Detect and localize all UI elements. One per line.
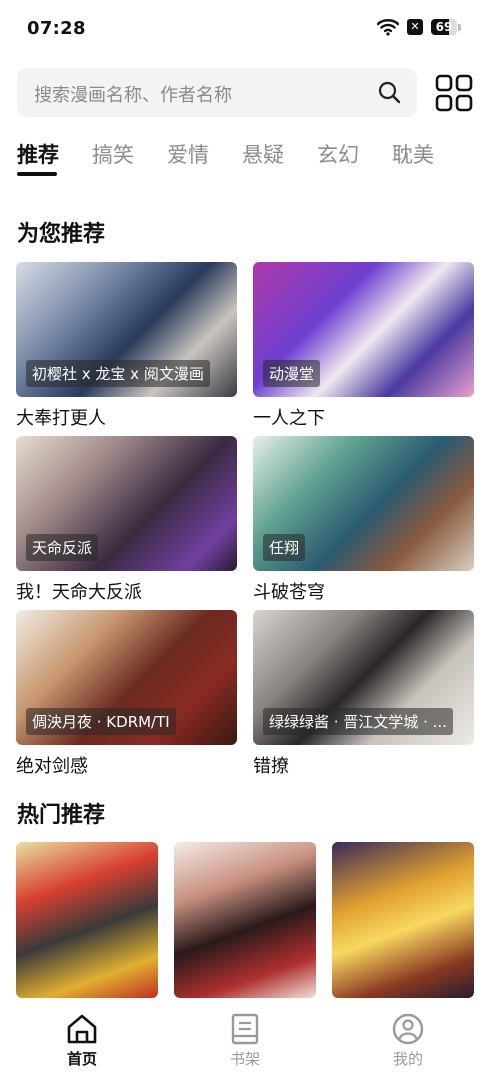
bottom-nav: 首页 书架 我的	[0, 998, 491, 1080]
tab-mystery[interactable]: 悬疑	[242, 139, 284, 171]
comic-cover: 绿绿绿酱 · 晋江文学城 · ...	[253, 610, 474, 745]
recommend-section-title: 为您推荐	[17, 222, 106, 247]
comic-card[interactable]: 绿绿绿酱 · 晋江文学城 · ... 错撩	[253, 610, 474, 778]
comic-author-tag: 动漫堂	[263, 360, 321, 387]
comic-card[interactable]: 倜泱月夜 · KDRM/TI 绝对剑感	[16, 610, 237, 778]
status-time: 07:28	[27, 18, 86, 39]
comic-cover: 任翔	[253, 436, 474, 571]
comic-author-tag: 天命反派	[26, 534, 99, 561]
nav-home[interactable]: 首页	[42, 1012, 122, 1069]
comic-card[interactable]: 天命反派 我！天命大反派	[16, 436, 237, 604]
tab-funny[interactable]: 搞笑	[92, 139, 134, 171]
comic-author-tag: 倜泱月夜 · KDRM/TI	[26, 708, 176, 735]
battery-level: 69	[435, 20, 453, 34]
tab-recommend[interactable]: 推荐	[17, 139, 59, 176]
comic-title: 斗破苍穹	[253, 582, 325, 603]
tab-fantasy[interactable]: 玄幻	[317, 139, 359, 171]
comic-author-tag: 初樱社 x 龙宝 x 阅文漫画	[26, 360, 210, 387]
category-grid-icon[interactable]	[435, 74, 473, 112]
wifi-icon	[377, 19, 399, 36]
tab-label: 搞笑	[92, 143, 134, 167]
comic-card[interactable]: 任翔 斗破苍穹	[253, 436, 474, 604]
nav-label: 书架	[229, 1050, 260, 1068]
comic-cover: 动漫堂	[253, 262, 474, 397]
comic-cover: 初樱社 x 龙宝 x 阅文漫画	[16, 262, 237, 397]
nav-profile[interactable]: 我的	[368, 1012, 448, 1069]
home-icon	[67, 1014, 97, 1044]
nav-label: 首页	[66, 1050, 97, 1068]
comic-title: 错撩	[253, 756, 289, 777]
tab-label: 悬疑	[242, 143, 284, 167]
comic-title: 一人之下	[253, 408, 325, 429]
nav-label: 我的	[392, 1050, 423, 1068]
nav-bookshelf[interactable]: 书架	[205, 1012, 285, 1069]
tab-label: 耽美	[392, 143, 434, 167]
comic-card[interactable]: 动漫堂 一人之下	[253, 262, 474, 430]
hot-comic-cover[interactable]	[332, 842, 474, 998]
comic-author-tag: 绿绿绿酱 · 晋江文学城 · ...	[263, 708, 453, 735]
status-icons: ✕ 69	[377, 18, 461, 36]
tab-active-indicator	[17, 172, 57, 176]
search-icon[interactable]	[377, 80, 402, 105]
close-box-icon: ✕	[407, 19, 423, 35]
comic-author-tag: 任翔	[263, 534, 306, 561]
status-bar: 07:28 ✕ 69	[0, 0, 491, 58]
comic-title: 我！天命大反派	[16, 582, 142, 603]
comic-title: 大奉打更人	[16, 408, 106, 429]
tab-label: 玄幻	[317, 143, 359, 167]
category-tabs: 推荐 搞笑 爱情 悬疑 玄幻 耽美	[17, 139, 467, 181]
hot-comic-cover[interactable]	[174, 842, 316, 998]
comic-card[interactable]: 初樱社 x 龙宝 x 阅文漫画 大奉打更人	[16, 262, 237, 430]
hot-section-title: 热门推荐	[17, 803, 106, 828]
battery-icon: 69	[431, 19, 461, 35]
search-placeholder: 搜索漫画名称、作者名称	[34, 85, 232, 106]
tab-label: 爱情	[167, 143, 209, 167]
tab-romance[interactable]: 爱情	[167, 139, 209, 171]
comic-cover: 倜泱月夜 · KDRM/TI	[16, 610, 237, 745]
comic-cover: 天命反派	[16, 436, 237, 571]
profile-icon	[392, 1013, 424, 1045]
tab-label: 推荐	[17, 143, 59, 167]
hot-comic-cover[interactable]	[16, 842, 158, 998]
tab-bl[interactable]: 耽美	[392, 139, 434, 171]
bookshelf-icon	[231, 1013, 259, 1045]
search-input[interactable]: 搜索漫画名称、作者名称	[17, 68, 417, 117]
comic-title: 绝对剑感	[16, 756, 88, 777]
